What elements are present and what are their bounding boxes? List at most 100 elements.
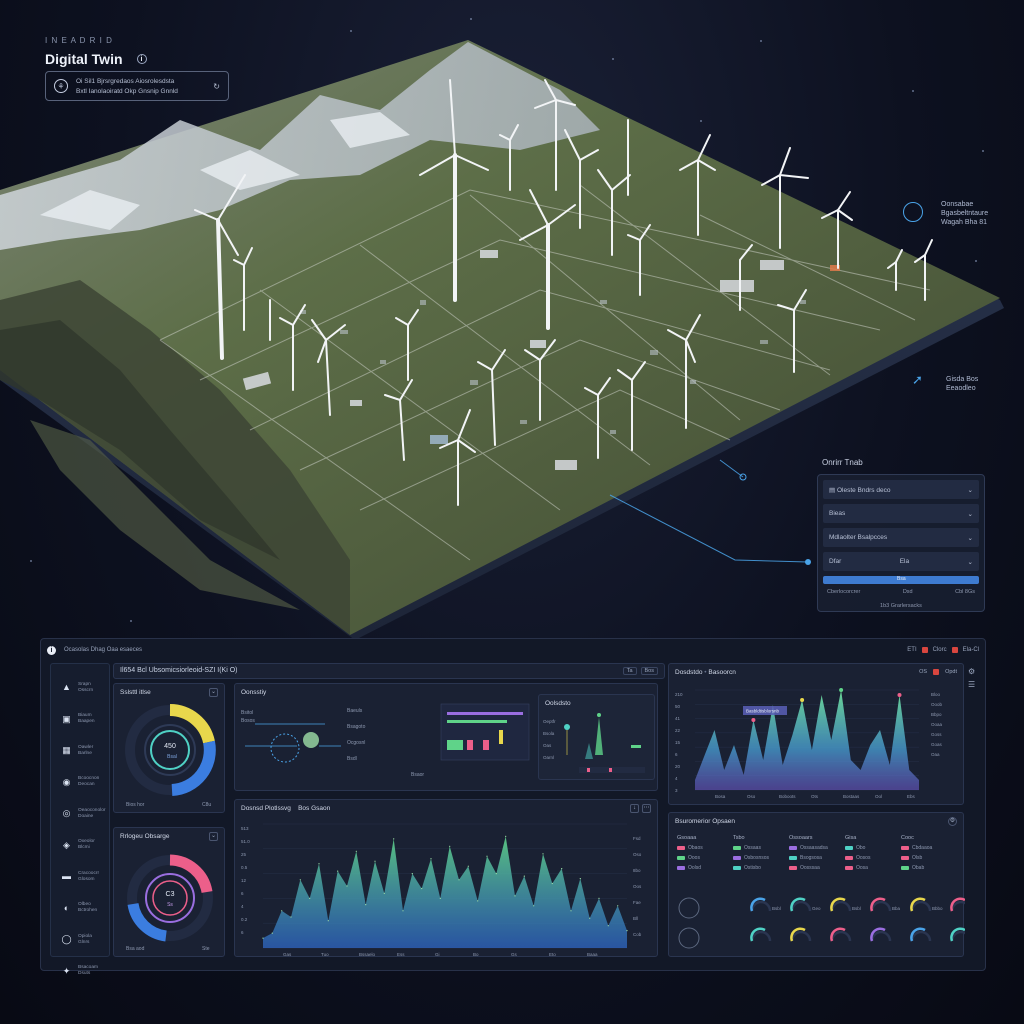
status-pill [901,856,909,860]
x-tick-label: Ebs [907,794,916,799]
network-label: Baeuls [347,708,363,714]
table-cell-text: Oolsd [688,865,702,871]
legend-label: Fae [633,900,641,905]
legend-label: Cob [633,932,642,937]
progress-label: Bsa [897,576,906,582]
y-tick-label: 12 [241,878,247,883]
legend-label: Ooaa [931,722,943,727]
table-header-cell[interactable]: Cooc [901,833,957,843]
network-label: Ocgosnl [347,740,365,746]
series-point [551,882,553,885]
sidebar-item[interactable]: ▬ Cracoocrr Glosom [51,861,109,893]
strip-button[interactable]: Ta [622,667,637,675]
chevron-down-icon: ⌄ [967,534,973,542]
gauge-card-1: Sslsttl itlse ⌄ 450 Bsal Bios hor C8u [113,683,225,813]
sidebar-item[interactable]: ◉ Bcoocnon Deocan [51,767,109,799]
mini-gauge-track [870,900,892,912]
overlay-progress-bar[interactable]: Bsa [823,576,979,584]
table-row[interactable]: Oolsd Ostisbo Oosssaa Oosa Obab [677,863,957,873]
series-point [355,850,357,852]
overlay-dropdown-1[interactable]: ▤ Oleste Bndrs deco ⌄ [823,480,979,499]
legend-label: Oos [633,884,642,889]
series-point [449,845,451,847]
strip-button[interactable]: Bos [640,667,658,675]
series-point [542,853,544,855]
y-tick-label: 4 [241,904,244,909]
navigation-arrow-icon: ➚ [912,372,923,387]
series-point [533,905,535,907]
table-cell-text: Oosos [856,855,871,861]
toolbar-label[interactable]: Ela-Cl [963,647,979,653]
y-tick-label: 15 [675,740,681,745]
network-label: Bsdl [347,756,357,762]
menu-icon[interactable]: ☰ [968,680,980,689]
status-pill [677,866,685,870]
sidebar-item[interactable]: ✦ Bsacoam Dsuts [51,956,109,988]
table-cell: Osbosnsos [733,855,789,861]
y-tick-label: 6 [241,891,244,896]
table-row[interactable]: Ooos Osbosnsos Bsogsosa Oosos Olsb [677,853,957,863]
table-cell-text: Olsb [912,855,923,861]
series-point [346,885,348,887]
sidebar-item[interactable]: ▦ Oawler Barlne [51,735,109,767]
toolbar-label[interactable]: ETI [907,647,916,653]
sidebar-item[interactable]: ▣ Biaum Baapen [51,704,109,736]
network-label: Bosos [241,718,255,724]
overlay-dropdown-3[interactable]: Mdlaolter Bsalpcces ⌄ [823,528,979,547]
mini-gauge-track [910,900,932,912]
series-point [607,925,609,927]
mini-gauge-track [910,930,932,942]
settings-icon[interactable]: ⚙ [968,667,980,676]
series-point [505,835,507,837]
table-header-cell[interactable]: Gisa [845,833,901,843]
table-cell-text: Bsogsosa [800,855,822,861]
y-tick-label: 513 [241,826,249,831]
overlay-dropdown-2[interactable]: Bieas ⌄ [823,504,979,523]
toolbar-label[interactable]: Clorc [933,647,947,653]
table-row[interactable]: Obaos Ossaas Ossaasadsa Obo Cbdaaoa [677,843,957,853]
dashboard-toolbar: i Ocasolas Dhag Oaa esaeces ETI Clorc El… [47,643,979,657]
legend-label: Oso [633,852,642,857]
sidebar-icon: ◈ [63,839,70,850]
annotation-line: Oonsabae [941,201,974,208]
y-tick-label: 51.0 [241,839,250,844]
table-cell: Cbdaaoa [901,845,957,851]
sidebar-item-label: Bsacoam Dsuts [78,965,98,977]
sidebar-item[interactable]: ◯ Opiola Glnrs [51,924,109,956]
table-header-cell[interactable]: Gsoaaa [677,833,733,843]
sidebar-item[interactable]: ◈ Oxeolor Blcmi [51,830,109,862]
filter-icon: ▤ [829,486,836,494]
info-icon[interactable]: i [47,645,56,655]
network-label: Bsaor [411,772,424,778]
sidebar-item[interactable]: ◎ Oeaoconolor Doaine [51,798,109,830]
table-header-cell[interactable]: Ossoaars [789,833,845,843]
sidebar-icon: ◉ [62,776,71,787]
sidebar-item[interactable]: ◐ Olbeo Bctrohen [51,893,109,925]
status-pill [733,866,741,870]
table-cell: Oosssaa [789,865,845,871]
series-point [299,879,301,881]
distribution-plot: Oeptfr Bsola Oas Oarnl [543,713,645,773]
sidebar-item[interactable]: ▲ Srapn Osscrn [51,672,109,704]
chevron-down-icon: ⌄ [967,510,973,518]
overlay-foot-mid: Dsd [902,589,913,595]
series-point [374,860,376,862]
overlay-title: Onrirr Tnab [822,458,863,467]
sidebar-icon: ▦ [62,745,71,756]
table-cell: Ossaasadsa [789,845,845,851]
mini-gauge-track [790,900,812,912]
alert-icon[interactable] [951,647,958,653]
series-point [477,900,479,902]
settings-icon[interactable]: ⚙ [948,817,957,826]
sidebar-icon: ◐ [63,902,70,913]
status-pill [845,856,853,860]
sidebar-item-label: Oawler Barlne [78,744,94,756]
series-point [598,897,600,899]
alert-icon[interactable] [921,647,928,653]
annotation-line: Gisda Bos [946,376,979,383]
x-tick-label: Eto [549,952,556,957]
status-pill [677,846,685,850]
overlay-dropdown-4[interactable]: Dfar Ela ⌄ [823,552,979,571]
table-header-cell[interactable]: Tsbo [733,833,789,843]
dashboard-strip: Il654 Bcl Ubsomicsiorleoid-SZI I(Ki O) T… [113,663,665,679]
